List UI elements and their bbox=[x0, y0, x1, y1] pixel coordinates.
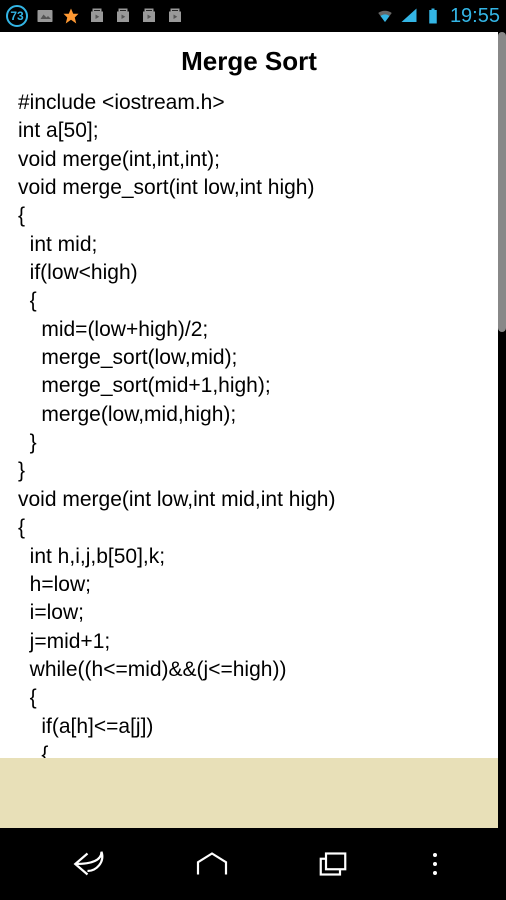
status-bar: 73 19:55 bbox=[0, 0, 506, 32]
clock: 19:55 bbox=[450, 5, 500, 28]
navigation-bar bbox=[0, 828, 506, 900]
star-icon bbox=[62, 7, 80, 25]
wifi-icon bbox=[376, 7, 394, 25]
code-block: #include <iostream.h> int a[50]; void me… bbox=[0, 89, 498, 798]
home-button[interactable] bbox=[191, 849, 233, 879]
notification-badge: 73 bbox=[6, 5, 28, 27]
ad-banner[interactable] bbox=[0, 758, 498, 828]
play-store-icon bbox=[88, 7, 106, 25]
menu-button[interactable] bbox=[433, 853, 437, 875]
back-button[interactable] bbox=[70, 849, 112, 879]
status-right: 19:55 bbox=[376, 5, 500, 28]
content-area[interactable]: Merge Sort #include <iostream.h> int a[5… bbox=[0, 32, 498, 828]
play-store-icon bbox=[140, 7, 158, 25]
battery-icon bbox=[424, 7, 442, 25]
gallery-icon bbox=[36, 7, 54, 25]
signal-icon bbox=[400, 7, 418, 25]
play-store-icon bbox=[114, 7, 132, 25]
scrollbar[interactable] bbox=[498, 32, 506, 332]
status-left: 73 bbox=[6, 5, 184, 27]
page-title: Merge Sort bbox=[0, 32, 498, 89]
recent-apps-button[interactable] bbox=[312, 849, 354, 879]
play-store-icon bbox=[166, 7, 184, 25]
